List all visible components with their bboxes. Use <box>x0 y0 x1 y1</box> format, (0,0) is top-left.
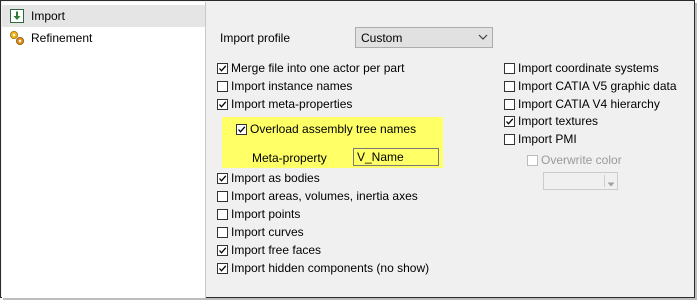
sidebar-item-label: Refinement <box>31 31 93 45</box>
checkbox-label: Import areas, volumes, inertia axes <box>231 189 418 203</box>
import-instance-names-checkbox[interactable]: Import instance names <box>217 78 352 94</box>
checkbox-label: Import textures <box>518 114 599 128</box>
checkbox-box <box>217 62 228 74</box>
checkbox-box <box>217 98 228 110</box>
sidebar-item-import[interactable]: Import <box>2 5 205 27</box>
combo-separator <box>604 175 605 187</box>
sidebar-item-label: Import <box>31 9 66 23</box>
checkbox-label: Import as bodies <box>231 171 320 185</box>
import-as-bodies-checkbox[interactable]: Import as bodies <box>217 170 320 186</box>
caret-down-icon <box>607 177 615 191</box>
checkbox-box <box>504 98 515 110</box>
checkbox-box <box>217 226 228 238</box>
import-pmi-checkbox[interactable]: Import PMI <box>504 131 577 147</box>
checkbox-label: Merge file into one actor per part <box>231 61 405 75</box>
checkbox-box <box>504 80 515 92</box>
checkbox-label: Import points <box>231 207 301 221</box>
meta-property-input[interactable] <box>353 148 439 166</box>
checkbox-box <box>217 172 228 184</box>
import-points-checkbox[interactable]: Import points <box>217 206 300 222</box>
checkbox-box <box>504 62 515 74</box>
import-curves-checkbox[interactable]: Import curves <box>217 224 304 240</box>
overwrite-color-checkbox[interactable]: Overwrite color <box>527 152 622 168</box>
import-profile-value: Custom <box>361 31 403 45</box>
import-meta-properties-checkbox[interactable]: Import meta-properties <box>217 96 352 112</box>
checkbox-label: Overload assembly tree names <box>250 122 417 136</box>
sidebar: Import Refinement <box>2 2 206 298</box>
import-areas-checkbox[interactable]: Import areas, volumes, inertia axes <box>217 188 418 204</box>
checkbox-box <box>217 80 228 92</box>
checkbox-label: Import PMI <box>518 132 577 146</box>
window-shadow-bottom <box>3 298 697 300</box>
checkbox-label: Import coordinate systems <box>518 61 659 75</box>
refinement-icon <box>9 30 25 46</box>
sidebar-item-refinement[interactable]: Refinement <box>2 27 205 49</box>
checkbox-box <box>504 115 515 127</box>
checkbox-label: Import CATIA V5 graphic data <box>518 79 677 93</box>
checkbox-label: Import free faces <box>231 243 322 257</box>
checkbox-box <box>217 190 228 202</box>
import-arrow-icon <box>9 8 25 24</box>
import-coordinate-systems-checkbox[interactable]: Import coordinate systems <box>504 60 659 76</box>
import-profile-label: Import profile <box>220 31 291 45</box>
import-catia-v4-hierarchy-checkbox[interactable]: Import CATIA V4 hierarchy <box>504 96 660 112</box>
checkbox-label: Import curves <box>231 225 304 239</box>
checkbox-label: Import meta-properties <box>231 97 353 111</box>
checkbox-box <box>217 244 228 256</box>
checkbox-box <box>504 133 515 145</box>
import-profile-select[interactable]: Custom <box>355 27 493 48</box>
checkbox-label: Import instance names <box>231 79 353 93</box>
overload-assembly-tree-names-checkbox[interactable]: Overload assembly tree names <box>236 121 416 137</box>
merge-file-checkbox[interactable]: Merge file into one actor per part <box>217 60 404 76</box>
checkbox-box <box>217 262 228 274</box>
meta-property-label: Meta-property <box>252 151 327 165</box>
checkbox-box <box>236 123 247 135</box>
import-textures-checkbox[interactable]: Import textures <box>504 113 598 129</box>
overwrite-color-select[interactable] <box>543 172 618 190</box>
import-hidden-components-checkbox[interactable]: Import hidden components (no show) <box>217 260 429 276</box>
checkbox-box <box>527 154 538 166</box>
checkbox-label: Import CATIA V4 hierarchy <box>518 97 660 111</box>
checkbox-label: Overwrite color <box>541 153 622 167</box>
chevron-down-icon <box>478 31 488 46</box>
import-free-faces-checkbox[interactable]: Import free faces <box>217 242 321 258</box>
checkbox-label: Import hidden components (no show) <box>231 261 430 275</box>
checkbox-box <box>217 208 228 220</box>
import-catia-v5-graphic-data-checkbox[interactable]: Import CATIA V5 graphic data <box>504 78 677 94</box>
